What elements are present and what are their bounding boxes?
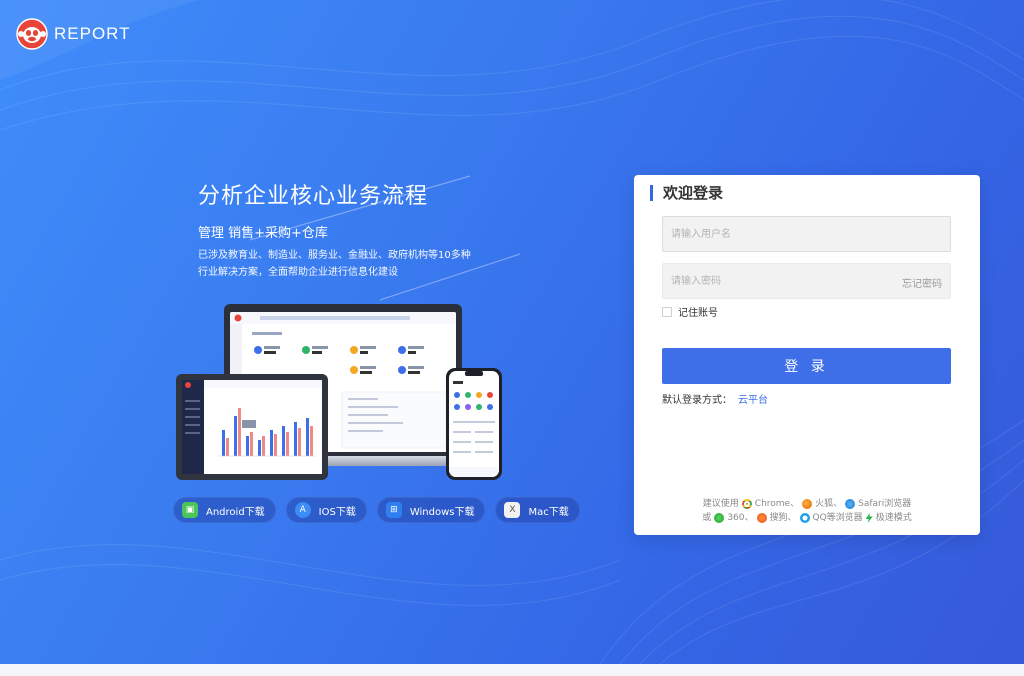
remember-label: 记住账号	[678, 308, 718, 319]
hero-subtitle: 管理 销售+采购+仓库	[198, 226, 328, 241]
360-label: 360、	[727, 513, 754, 523]
phone-mockup	[446, 368, 502, 480]
qq-browser-icon	[799, 513, 810, 523]
qq-label: QQ等浏览器	[812, 513, 863, 523]
windows-download-button[interactable]: ⊞ Windows下载	[376, 497, 486, 523]
firefox-icon	[802, 499, 813, 509]
default-login-label: 默认登录方式：	[662, 395, 732, 406]
download-buttons: ▣ Android下载 A IOS下载 ⊞ Windows下载 X Mac下载	[173, 497, 580, 523]
chrome-icon	[741, 499, 752, 509]
tablet-mockup	[176, 374, 328, 480]
download-label: Windows下载	[409, 506, 475, 518]
android-download-button[interactable]: ▣ Android下载	[173, 497, 276, 523]
login-card: 欢迎登录 忘记密码 记住账号 登 录 默认登录方式： 云平台 建议使用 Chrom…	[634, 175, 980, 535]
hero-desc-line: 已涉及教育业、制造业、服务业、金融业、政府机构等10多种	[198, 250, 471, 261]
browser-prefix: 建议使用	[702, 499, 739, 509]
password-field: 忘记密码	[662, 263, 951, 299]
username-input[interactable]	[663, 217, 950, 251]
brand-name: REPORT	[54, 24, 131, 43]
remember-account[interactable]: 记住账号	[662, 304, 718, 319]
login-title: 欢迎登录	[650, 185, 723, 201]
lightning-icon	[865, 513, 873, 523]
browser-recommendation: 建议使用 Chrome、 火狐、 Safari浏览器 或 360、 搜狗、 QQ…	[634, 497, 980, 525]
devices-illustration	[176, 300, 506, 485]
download-label: Android下载	[206, 506, 265, 518]
footer-strip	[0, 664, 1024, 676]
safari-label: Safari浏览器	[858, 499, 912, 509]
hero-desc-line: 行业解决方案，全面帮助企业进行信息化建设	[198, 267, 398, 278]
remember-checkbox[interactable]	[662, 306, 672, 317]
windows-icon: ⊞	[385, 502, 402, 518]
login-button[interactable]: 登 录	[662, 348, 951, 384]
sogou-label: 搜狗、	[769, 513, 797, 523]
browser-or: 或	[702, 513, 712, 523]
download-label: IOS下载	[318, 506, 356, 518]
mac-icon: X	[504, 502, 521, 518]
mac-download-button[interactable]: X Mac下载	[495, 497, 580, 523]
username-field	[662, 216, 951, 252]
firefox-label: 火狐、	[815, 499, 843, 509]
fast-mode-label: 极速模式	[875, 513, 912, 523]
safari-icon	[845, 499, 856, 509]
360-browser-icon	[714, 513, 725, 523]
download-label: Mac下载	[528, 506, 569, 518]
monkey-logo-icon	[16, 18, 48, 50]
forgot-password-link[interactable]: 忘记密码	[902, 275, 942, 290]
ios-download-button[interactable]: A IOS下载	[285, 497, 367, 523]
appstore-icon: A	[294, 502, 311, 518]
hero-description: 已涉及教育业、制造业、服务业、金融业、政府机构等10多种 行业解决方案，全面帮助…	[198, 247, 488, 281]
android-icon: ▣	[182, 502, 198, 518]
sogou-icon	[756, 513, 767, 523]
hero-section: 分析企业核心业务流程 管理 销售+采购+仓库 已涉及教育业、制造业、服务业、金融…	[198, 178, 488, 281]
hero-title: 分析企业核心业务流程	[198, 184, 429, 209]
cloud-platform-link[interactable]: 云平台	[738, 395, 768, 406]
default-login-method: 默认登录方式： 云平台	[662, 391, 768, 406]
chrome-label: Chrome、	[754, 499, 800, 509]
phone-app-screenshot	[449, 371, 499, 477]
tablet-chart-screenshot	[182, 380, 322, 474]
brand-logo: REPORT	[16, 18, 131, 50]
